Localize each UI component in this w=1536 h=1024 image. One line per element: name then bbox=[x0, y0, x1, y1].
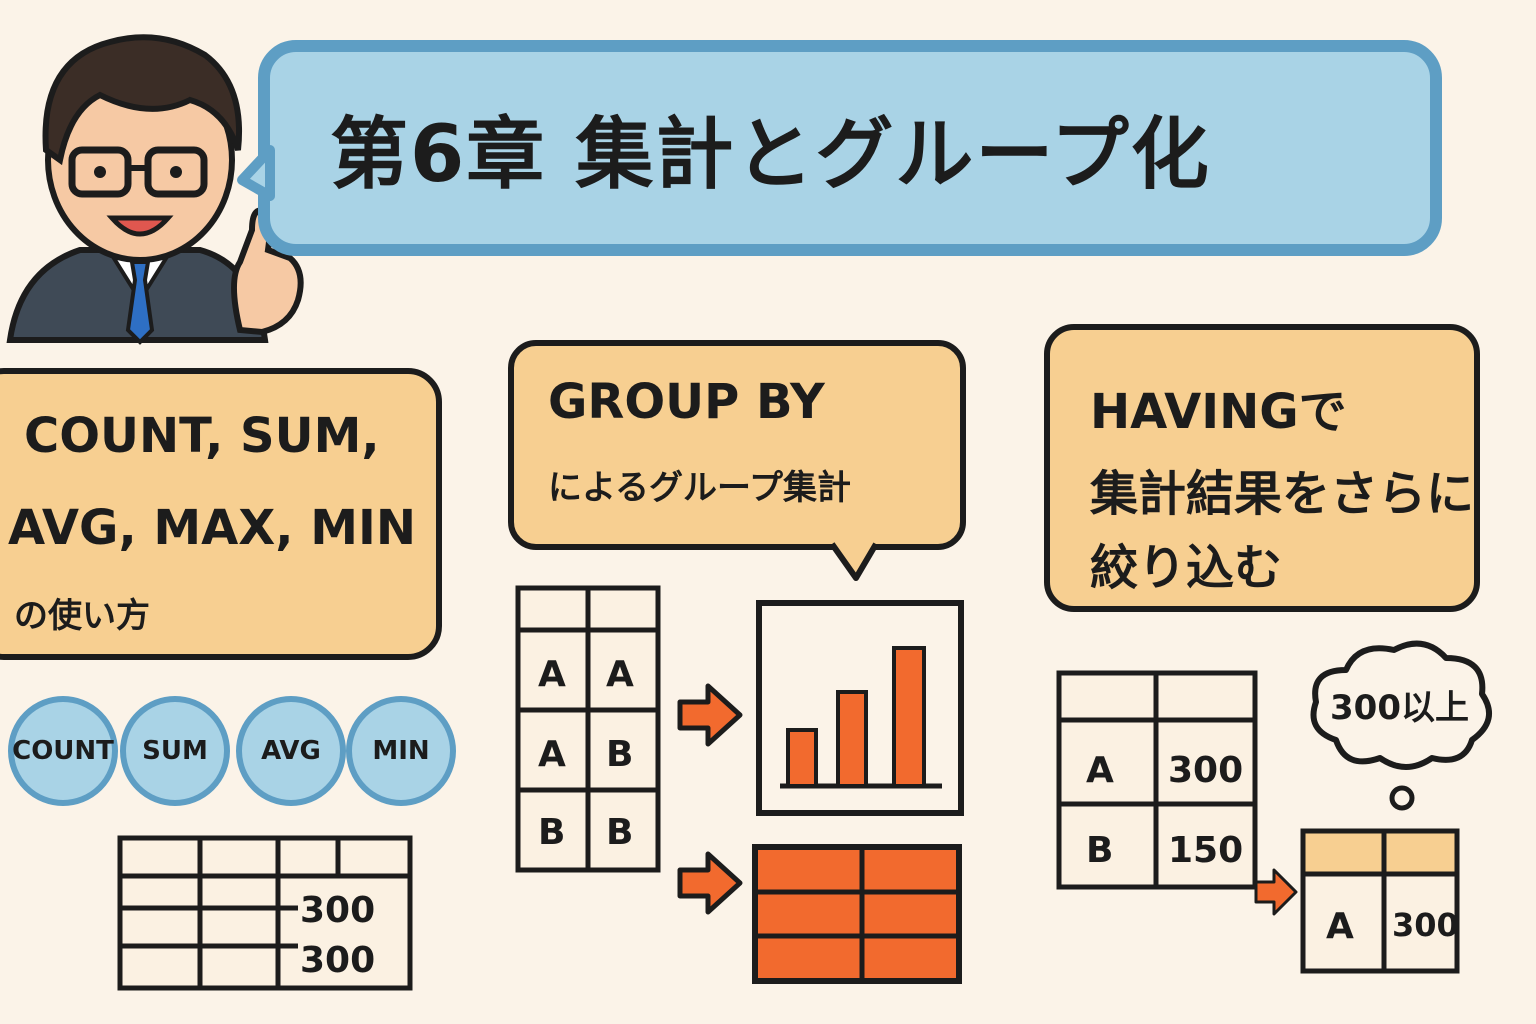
aggregate-heading-line2: AVG, MAX, MIN bbox=[8, 500, 417, 556]
having-condition-label: 300以上 bbox=[1330, 688, 1469, 728]
having-cell: A bbox=[1086, 750, 1114, 791]
having-result-cell: 300 bbox=[1392, 906, 1459, 944]
arrow-to-having-result-icon bbox=[1254, 868, 1298, 916]
groupby-cell: B bbox=[538, 812, 566, 853]
groupby-bar-chart bbox=[756, 600, 964, 816]
having-heading-line2: 集計結果をさらに bbox=[1090, 466, 1475, 522]
groupby-cell: A bbox=[538, 734, 566, 775]
groupby-cell: B bbox=[606, 812, 634, 853]
groupby-heading-line2: によるグループ集計 bbox=[548, 468, 851, 508]
aggregate-value-1: 300 bbox=[300, 890, 376, 931]
title-bubble-tail bbox=[237, 145, 275, 201]
having-cell: B bbox=[1086, 830, 1114, 871]
groupby-result-table bbox=[752, 844, 962, 984]
having-heading-line3: 絞り込む bbox=[1090, 540, 1283, 596]
function-sum-circle: SUM bbox=[120, 696, 230, 806]
groupby-bubble-tail bbox=[829, 542, 879, 581]
groupby-cell: B bbox=[606, 734, 634, 775]
function-min-circle: MIN bbox=[346, 696, 456, 806]
arrow-to-table-icon bbox=[677, 851, 743, 915]
having-cell: 150 bbox=[1168, 830, 1244, 871]
having-heading-line1: HAVINGで bbox=[1090, 384, 1347, 440]
groupby-heading-line1: GROUP BY bbox=[548, 374, 825, 430]
groupby-cell: A bbox=[606, 654, 634, 695]
function-avg-circle: AVG bbox=[236, 696, 346, 806]
aggregate-heading-line1: COUNT, SUM, bbox=[24, 408, 380, 464]
having-result-cell: A bbox=[1326, 906, 1354, 947]
arrow-to-chart-icon bbox=[677, 683, 743, 747]
function-count-circle: COUNT bbox=[8, 696, 118, 806]
aggregate-heading-line3: の使い方 bbox=[14, 596, 150, 636]
groupby-bubble bbox=[508, 340, 966, 550]
page-title: 第6章 集計とグループ化 bbox=[330, 110, 1211, 200]
aggregate-value-2: 300 bbox=[300, 940, 376, 981]
having-cell: 300 bbox=[1168, 750, 1244, 791]
having-result-table bbox=[1300, 828, 1460, 974]
groupby-cell: A bbox=[538, 654, 566, 695]
